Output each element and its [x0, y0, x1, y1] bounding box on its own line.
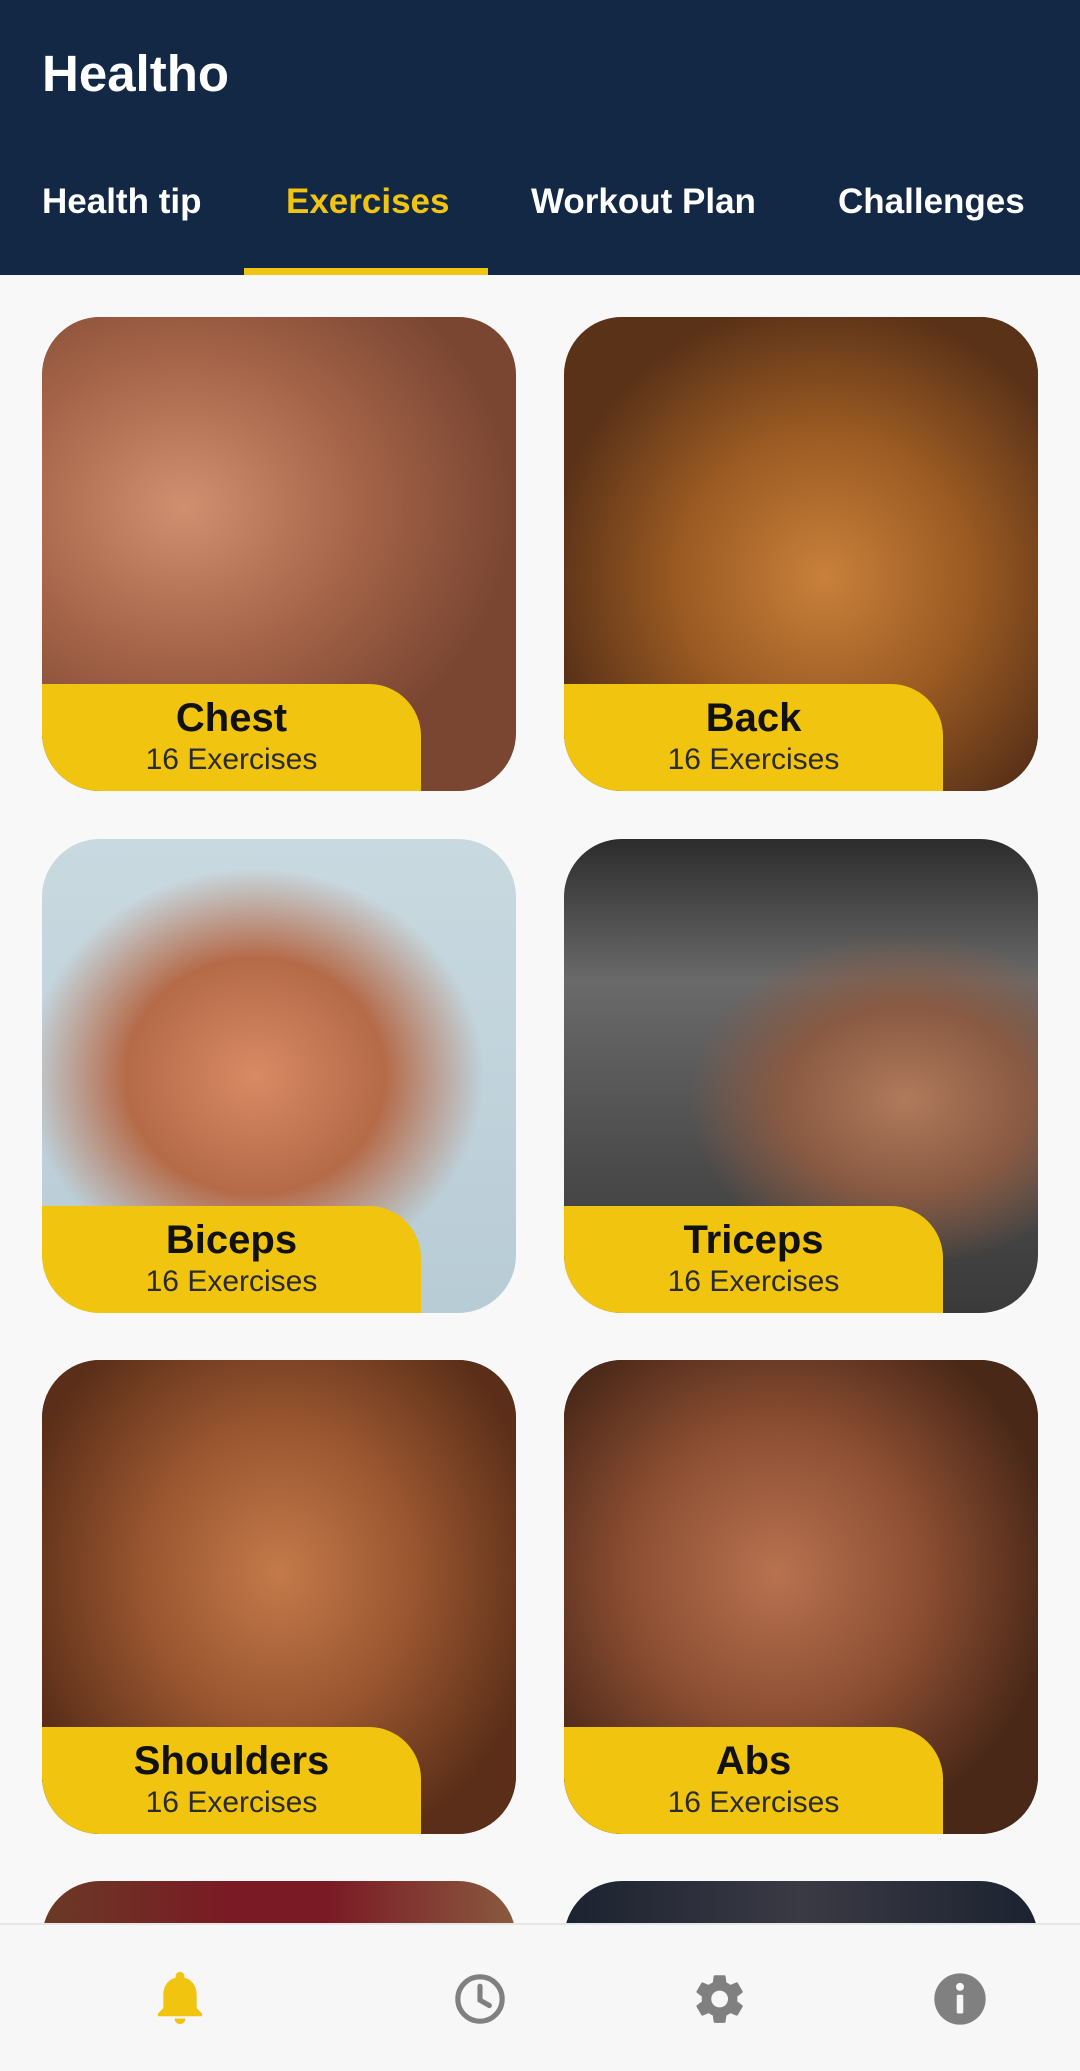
card-abs[interactable]: Abs 16 Exercises [564, 1360, 1038, 1834]
card-back[interactable]: Back 16 Exercises [564, 317, 1038, 791]
app-title: Healtho [42, 45, 230, 102]
bottom-nav [0, 1923, 1080, 2071]
nav-about[interactable] [825, 1925, 1080, 2071]
tab-exercises[interactable]: Exercises [286, 182, 449, 275]
card-biceps[interactable]: Biceps 16 Exercises [42, 839, 516, 1313]
card-title: Back [705, 696, 802, 740]
card-label: Abs 16 Exercises [564, 1727, 943, 1834]
card-subtitle: 16 Exercises [667, 1265, 840, 1298]
card-subtitle: 16 Exercises [667, 1786, 840, 1819]
clock-icon [455, 1974, 505, 2024]
tab-health-tip[interactable]: Health tip [42, 182, 201, 275]
card-subtitle: 16 Exercises [145, 743, 318, 776]
nav-history[interactable] [345, 1925, 615, 2071]
card-subtitle: 16 Exercises [667, 743, 840, 776]
active-tab-indicator [244, 268, 488, 275]
card-subtitle: 16 Exercises [145, 1265, 318, 1298]
card-label: Shoulders 16 Exercises [42, 1727, 421, 1834]
card-subtitle: 16 Exercises [145, 1786, 318, 1819]
tab-challenges[interactable]: Challenges [838, 182, 1025, 275]
tab-workout-plan[interactable]: Workout Plan [531, 182, 756, 275]
card-label: Biceps 16 Exercises [42, 1206, 421, 1313]
card-title: Biceps [165, 1218, 298, 1262]
card-triceps[interactable]: Triceps 16 Exercises [564, 839, 1038, 1313]
nav-notifications[interactable] [45, 1925, 315, 2071]
nav-settings[interactable] [585, 1925, 855, 2071]
info-icon [934, 1973, 986, 2025]
card-label: Chest 16 Exercises [42, 684, 421, 791]
gear-icon [696, 1975, 743, 2023]
app-header: Healtho Health tip Exercises Workout Pla… [0, 0, 1080, 275]
card-title: Abs [715, 1739, 792, 1783]
card-label: Back 16 Exercises [564, 684, 943, 791]
card-label: Triceps 16 Exercises [564, 1206, 943, 1313]
card-title: Chest [175, 696, 288, 740]
card-chest[interactable]: Chest 16 Exercises [42, 317, 516, 791]
bell-icon [157, 1971, 203, 2024]
card-title: Shoulders [133, 1739, 330, 1783]
card-shoulders[interactable]: Shoulders 16 Exercises [42, 1360, 516, 1834]
card-title: Triceps [683, 1218, 824, 1262]
